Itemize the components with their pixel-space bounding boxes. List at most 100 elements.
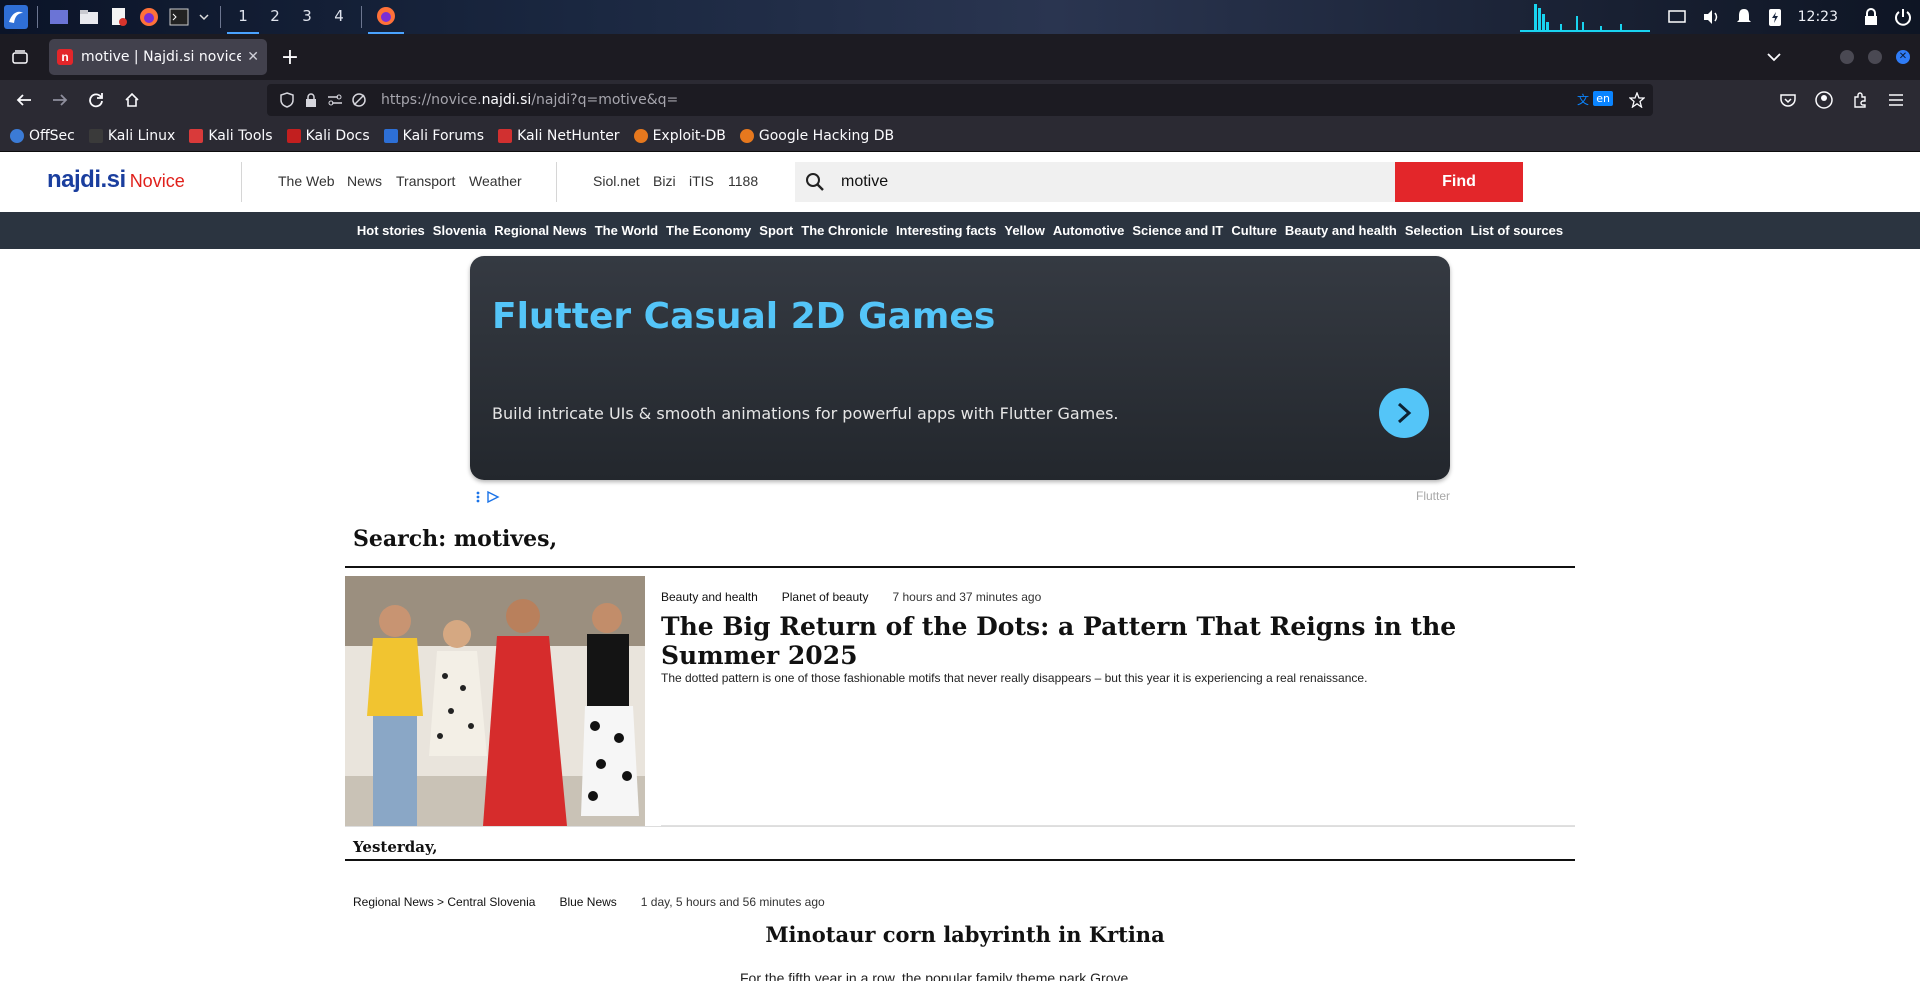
- list-tabs-chevron-icon[interactable]: [1756, 41, 1792, 73]
- logo-brand: najdi.si: [47, 166, 126, 193]
- power-icon[interactable]: [1894, 8, 1912, 26]
- bookmark-google-hacking-db[interactable]: Google Hacking DB: [739, 128, 894, 144]
- firefox-icon[interactable]: [137, 5, 161, 29]
- file-manager-icon[interactable]: [77, 5, 101, 29]
- category-culture[interactable]: Culture: [1231, 223, 1277, 238]
- translate-icon[interactable]: 文 en: [1577, 91, 1613, 106]
- workspace-3[interactable]: 3: [291, 0, 323, 34]
- tracking-shield-icon[interactable]: [275, 92, 299, 108]
- firefox-window-button[interactable]: [368, 0, 404, 34]
- article-source[interactable]: Blue News: [559, 895, 616, 909]
- taskbar-separator: [37, 6, 38, 28]
- bookmark-offsec[interactable]: OffSec: [10, 128, 75, 144]
- workspace-2[interactable]: 2: [259, 0, 291, 34]
- article-category[interactable]: Regional News > Central Slovenia: [353, 895, 535, 909]
- article-meta: Beauty and health Planet of beauty 7 hou…: [661, 590, 1065, 604]
- header-divider: [556, 162, 557, 202]
- article-time: 7 hours and 37 minutes ago: [892, 590, 1042, 604]
- article-title[interactable]: The Big Return of the Dots: a Pattern Th…: [661, 612, 1575, 670]
- forward-button[interactable]: [42, 84, 78, 116]
- ad-banner[interactable]: Flutter Casual 2D Games Build intricate …: [470, 256, 1450, 480]
- nav-weather[interactable]: Weather: [469, 173, 522, 189]
- window-maximize-button[interactable]: [1868, 50, 1882, 64]
- category-sport[interactable]: Sport: [759, 223, 793, 238]
- account-icon[interactable]: [1806, 84, 1842, 116]
- lock-icon[interactable]: [1864, 8, 1878, 26]
- nav-itis[interactable]: iTIS: [689, 173, 714, 189]
- article-source[interactable]: Planet of beauty: [782, 590, 869, 604]
- category-automotive[interactable]: Automotive: [1053, 223, 1125, 238]
- category-interesting-facts[interactable]: Interesting facts: [896, 223, 996, 238]
- nav-news[interactable]: News: [347, 173, 382, 189]
- search-input[interactable]: motive: [795, 162, 1395, 202]
- home-button[interactable]: [114, 84, 150, 116]
- clock[interactable]: 12:23: [1798, 9, 1838, 25]
- article-title[interactable]: Minotaur corn labyrinth in Krtina: [0, 922, 1920, 947]
- bookmark-exploit-db[interactable]: Exploit-DB: [633, 128, 726, 144]
- nav-transport[interactable]: Transport: [396, 173, 455, 189]
- nav-the-web[interactable]: The Web: [278, 173, 335, 189]
- permissions-icon[interactable]: [323, 94, 347, 106]
- bookmark-kali-tools[interactable]: Kali Tools: [189, 128, 273, 144]
- reload-button[interactable]: [78, 84, 114, 116]
- category-yellow[interactable]: Yellow: [1004, 223, 1044, 238]
- workspace-4[interactable]: 4: [323, 0, 355, 34]
- terminal-icon[interactable]: [167, 5, 191, 29]
- back-button[interactable]: [6, 84, 42, 116]
- window-close-button[interactable]: ✕: [1896, 50, 1910, 64]
- bookmark-kali-linux[interactable]: Kali Linux: [88, 128, 175, 144]
- autoplay-blocked-icon[interactable]: [347, 93, 371, 107]
- article-category[interactable]: Beauty and health: [661, 590, 758, 604]
- volume-icon[interactable]: [1702, 9, 1720, 25]
- category-regional-news[interactable]: Regional News: [494, 223, 586, 238]
- category-the-chronicle[interactable]: The Chronicle: [801, 223, 888, 238]
- tab-overview-icon[interactable]: [2, 41, 38, 73]
- exploit-db-icon: [633, 128, 648, 143]
- display-icon[interactable]: [1667, 10, 1686, 24]
- url-bar[interactable]: https://novice.najdi.si/najdi?q=motive&q…: [267, 84, 1653, 116]
- ad-arrow-button[interactable]: [1379, 388, 1429, 438]
- desktop-icon[interactable]: [47, 5, 71, 29]
- category-slovenia[interactable]: Slovenia: [433, 223, 486, 238]
- category-beauty-health[interactable]: Beauty and health: [1285, 223, 1397, 238]
- site-logo[interactable]: najdi.si Novice: [47, 166, 185, 194]
- workspace-1[interactable]: 1: [227, 0, 259, 34]
- ad-sponsor[interactable]: Flutter: [1416, 489, 1450, 503]
- nav-bizi[interactable]: Bizi: [653, 173, 676, 189]
- bookmark-star-icon[interactable]: [1628, 91, 1646, 112]
- text-editor-icon[interactable]: [107, 5, 131, 29]
- nav-1188[interactable]: 1188: [728, 173, 758, 189]
- category-the-world[interactable]: The World: [595, 223, 658, 238]
- ad-options-icon[interactable]: [476, 489, 502, 508]
- ad-title[interactable]: Flutter Casual 2D Games: [492, 296, 995, 337]
- section-divider: [345, 826, 1575, 827]
- find-button[interactable]: Find: [1395, 162, 1523, 202]
- extensions-icon[interactable]: [1842, 84, 1878, 116]
- bookmark-kali-docs[interactable]: Kali Docs: [286, 128, 370, 144]
- fashion-photo-image: [345, 576, 645, 826]
- pocket-icon[interactable]: [1770, 84, 1806, 116]
- article-card[interactable]: Beauty and health Planet of beauty 7 hou…: [345, 576, 1575, 826]
- bookmark-kali-nethunter[interactable]: Kali NetHunter: [498, 128, 620, 144]
- category-list-of-sources[interactable]: List of sources: [1471, 223, 1563, 238]
- padlock-icon[interactable]: [299, 93, 323, 107]
- new-tab-button[interactable]: +: [272, 41, 308, 73]
- chevron-down-icon[interactable]: [197, 5, 211, 29]
- category-science-it[interactable]: Science and IT: [1132, 223, 1223, 238]
- window-minimize-button[interactable]: [1840, 50, 1854, 64]
- bookmark-kali-forums[interactable]: Kali Forums: [383, 128, 484, 144]
- nav-siol[interactable]: Siol.net: [593, 173, 640, 189]
- category-the-economy[interactable]: The Economy: [666, 223, 751, 238]
- category-selection[interactable]: Selection: [1405, 223, 1463, 238]
- logo-sub: Novice: [129, 171, 185, 191]
- category-hot-stories[interactable]: Hot stories: [357, 223, 425, 238]
- chevron-right-icon: [1397, 402, 1412, 424]
- section-yesterday: Yesterday,: [353, 838, 438, 856]
- close-tab-icon[interactable]: ✕: [247, 49, 259, 65]
- tab-active[interactable]: n motive | Najdi.si novice ✕: [49, 39, 267, 75]
- menu-icon[interactable]: [1878, 84, 1914, 116]
- article-thumbnail[interactable]: [345, 576, 645, 826]
- battery-icon[interactable]: [1768, 7, 1782, 27]
- kali-menu-icon[interactable]: [4, 5, 28, 29]
- notifications-icon[interactable]: [1736, 8, 1752, 26]
